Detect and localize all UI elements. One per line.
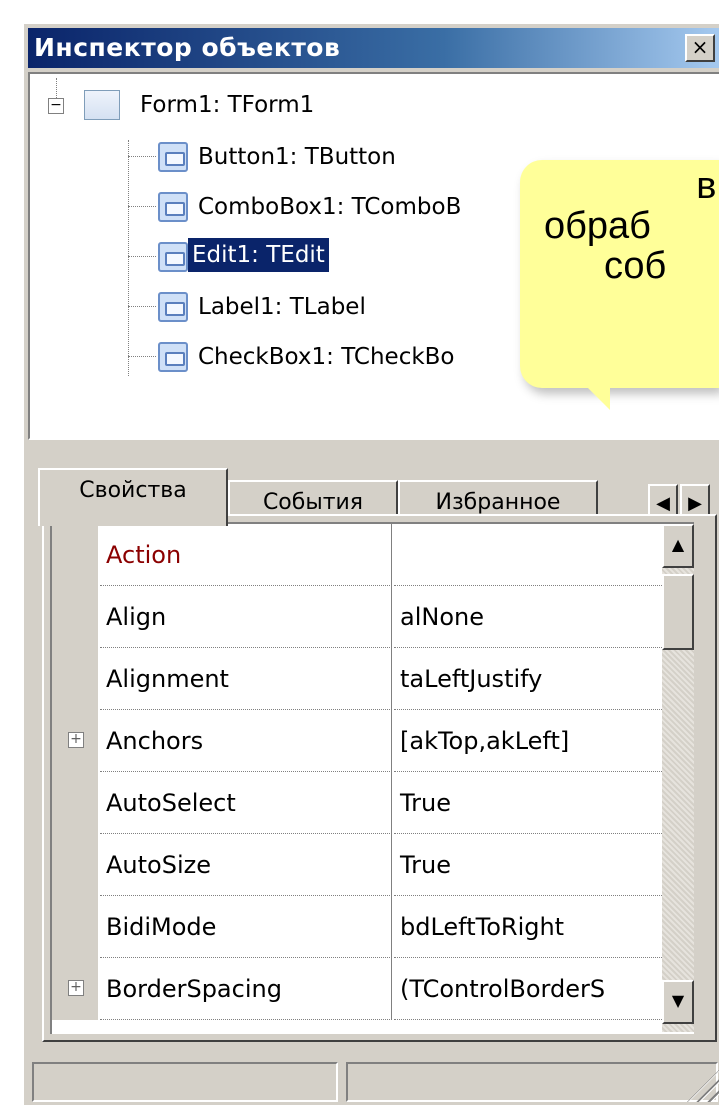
form-icon: [84, 90, 120, 120]
property-name: Action: [100, 524, 392, 586]
arrow-down-icon: ▼: [671, 991, 685, 1010]
property-value[interactable]: True: [394, 772, 662, 834]
tab-properties[interactable]: Свойства: [38, 468, 228, 526]
tree-guide-line: [128, 356, 156, 357]
component-icon: [158, 342, 188, 372]
collapse-icon[interactable]: −: [48, 98, 64, 114]
property-value[interactable]: (TControlBorderS: [394, 958, 662, 1020]
callout-line-3: соб: [604, 245, 667, 287]
tree-item-edit1[interactable]: Edit1: TEdit: [188, 238, 329, 272]
close-button[interactable]: ×: [685, 34, 715, 62]
status-bar: [28, 1058, 719, 1104]
property-name: Alignment: [100, 648, 392, 710]
status-pane-right: [346, 1062, 718, 1102]
arrow-left-icon: ◀: [656, 493, 670, 514]
tree-guide-line: [128, 140, 129, 376]
scroll-thumb[interactable]: [662, 574, 694, 650]
properties-panel: Action Align alNone Alignment taLeftJust…: [42, 514, 717, 1042]
status-pane-left: [32, 1062, 338, 1102]
row-gutter: +: [52, 958, 98, 1020]
property-row[interactable]: BidiMode bdLeftToRight: [52, 896, 694, 958]
row-gutter: [52, 586, 98, 648]
property-value[interactable]: taLeftJustify: [394, 648, 662, 710]
row-gutter: [52, 834, 98, 896]
property-row[interactable]: + Anchors [akTop,akLeft]: [52, 710, 694, 772]
property-name: AutoSelect: [100, 772, 392, 834]
row-gutter: [52, 648, 98, 710]
property-value[interactable]: [394, 524, 662, 586]
callout-line-2: обраб: [544, 205, 651, 247]
component-icon: [158, 192, 188, 222]
tree-guide-line: [128, 306, 156, 307]
title-bar[interactable]: Инспектор объектов ×: [28, 28, 719, 68]
property-row[interactable]: + BorderSpacing (TControlBorderS: [52, 958, 694, 1020]
tree-item-checkbox1[interactable]: CheckBox1: TCheckBo: [194, 340, 459, 374]
property-value[interactable]: bdLeftToRight: [394, 896, 662, 958]
property-value[interactable]: [akTop,akLeft]: [394, 710, 662, 772]
row-gutter: +: [52, 710, 98, 772]
arrow-up-icon: ▲: [671, 535, 685, 554]
vertical-scrollbar[interactable]: ▲ ▼: [662, 524, 694, 1032]
scroll-down-button[interactable]: ▼: [662, 980, 694, 1024]
window-title: Инспектор объектов: [34, 33, 341, 62]
callout-pointer: [570, 370, 610, 410]
property-name: BidiMode: [100, 896, 392, 958]
tree-item-button1[interactable]: Button1: TButton: [194, 140, 400, 174]
row-gutter: [52, 772, 98, 834]
tree-item-form1[interactable]: Form1: TForm1: [136, 88, 318, 122]
component-icon: [158, 142, 188, 172]
property-row[interactable]: Alignment taLeftJustify: [52, 648, 694, 710]
component-icon: [158, 242, 188, 272]
close-icon: ×: [691, 35, 709, 59]
property-value[interactable]: alNone: [394, 586, 662, 648]
property-name: AutoSize: [100, 834, 392, 896]
expand-plus-icon[interactable]: +: [68, 732, 84, 748]
arrow-right-icon: ▶: [688, 493, 702, 514]
annotation-callout: вы обраб соб: [520, 160, 719, 388]
property-row[interactable]: AutoSelect True: [52, 772, 694, 834]
property-name: Anchors: [100, 710, 392, 772]
row-gutter: [52, 896, 98, 958]
tree-item-label1[interactable]: Label1: TLabel: [194, 290, 370, 324]
property-grid: Action Align alNone Alignment taLeftJust…: [50, 522, 694, 1034]
property-name: Align: [100, 586, 392, 648]
property-row[interactable]: AutoSize True: [52, 834, 694, 896]
property-name: BorderSpacing: [100, 958, 392, 1020]
scroll-up-button[interactable]: ▲: [662, 524, 694, 568]
property-row[interactable]: Action: [52, 524, 694, 586]
property-value[interactable]: True: [394, 834, 662, 896]
expand-plus-icon[interactable]: +: [68, 980, 84, 996]
row-gutter: [52, 524, 98, 586]
tree-guide-line: [128, 256, 156, 257]
component-icon: [158, 292, 188, 322]
tree-guide-line: [128, 206, 156, 207]
tree-guide-line: [128, 156, 156, 157]
callout-text: вы обраб соб: [520, 166, 719, 286]
callout-line-1: вы: [696, 165, 719, 207]
tree-item-combobox1[interactable]: ComboBox1: TComboB: [194, 190, 465, 224]
property-row[interactable]: Align alNone: [52, 586, 694, 648]
